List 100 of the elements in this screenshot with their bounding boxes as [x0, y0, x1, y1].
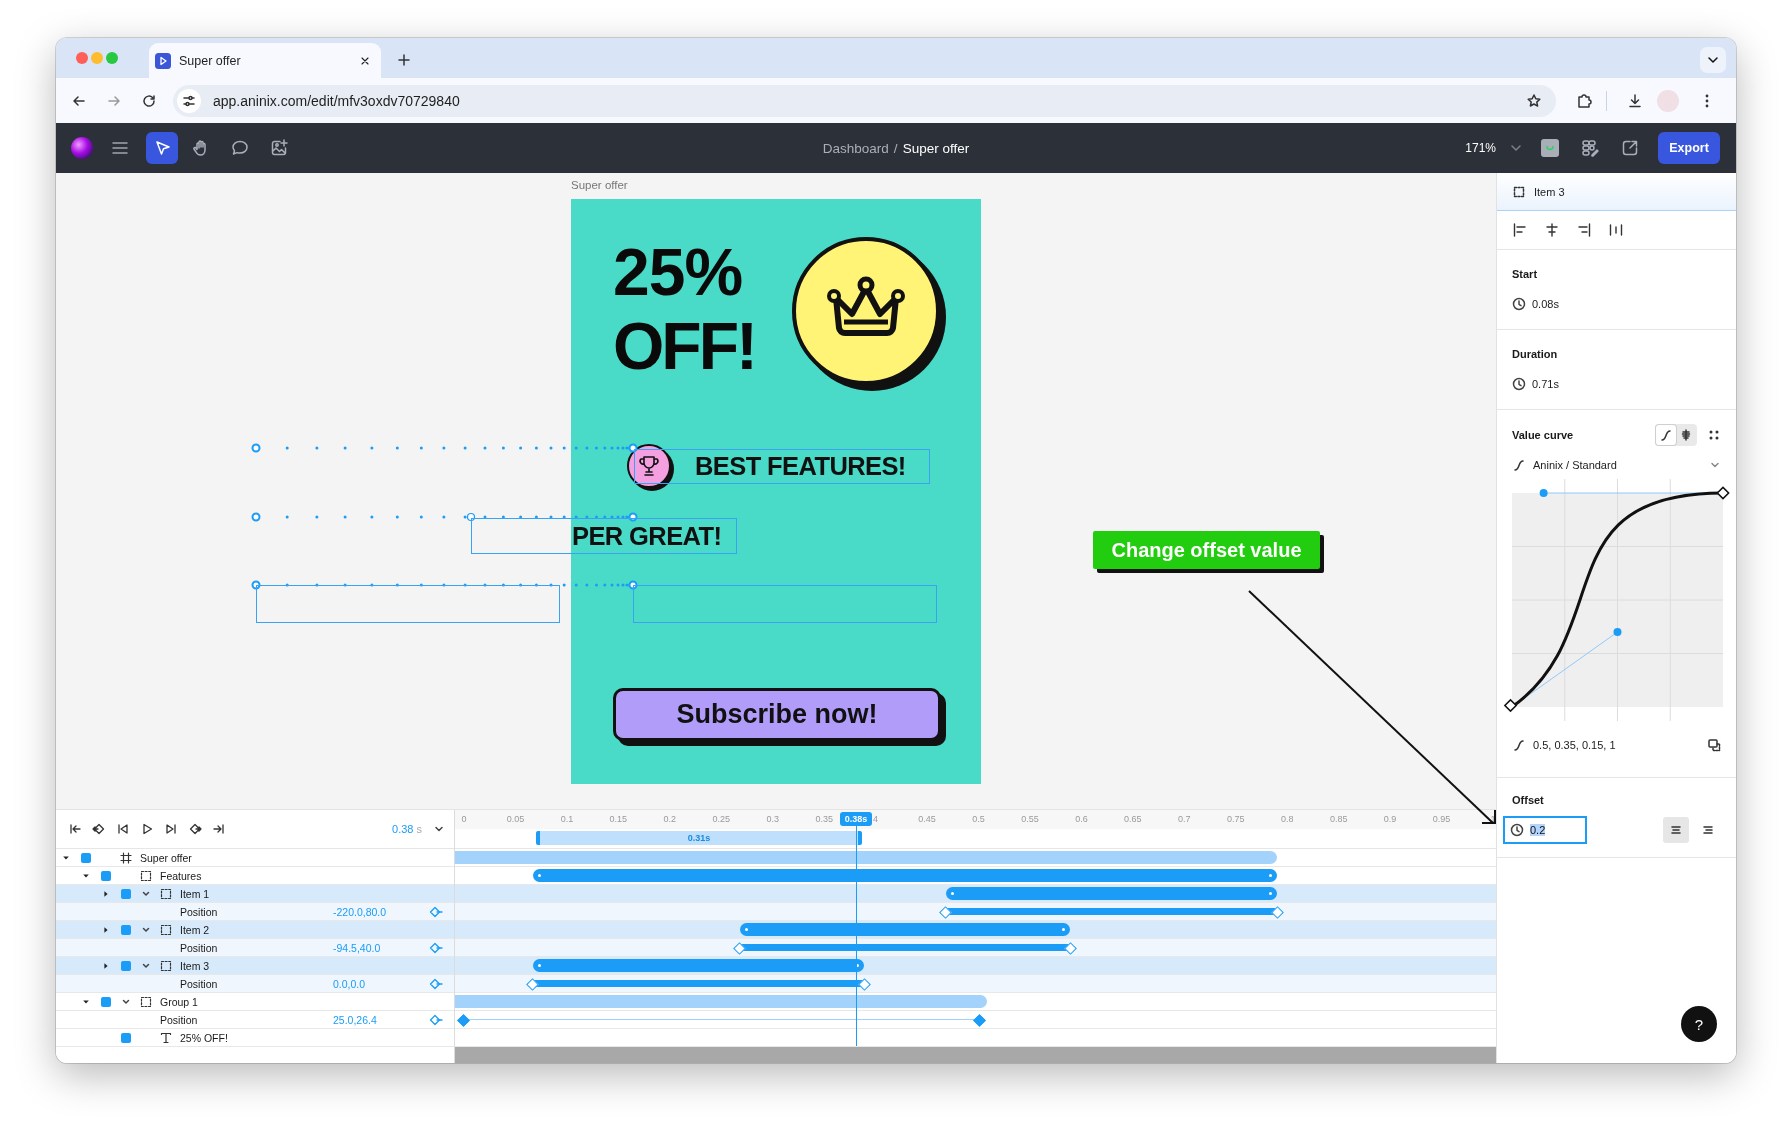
keyframe-track[interactable]	[733, 942, 1077, 953]
layer-swatch[interactable]	[121, 960, 131, 971]
download-icon[interactable]	[1627, 92, 1643, 109]
caret-icon[interactable]	[60, 853, 72, 862]
feature-text: PER GREAT!	[572, 521, 722, 551]
comment-icon	[230, 138, 250, 158]
keyframe-icon[interactable]	[429, 904, 443, 919]
next-keyframe-icon[interactable]	[188, 822, 202, 836]
tool-button[interactable]	[146, 132, 178, 164]
step-forward-icon[interactable]	[164, 822, 178, 836]
export-button[interactable]: Export	[1658, 132, 1720, 164]
step-back-icon[interactable]	[116, 822, 130, 836]
ruler-label: 0.85	[1329, 814, 1348, 824]
layer-swatch[interactable]	[101, 870, 111, 881]
share-icon[interactable]	[1620, 138, 1640, 158]
layer-swatch[interactable]	[121, 888, 131, 899]
feature-text: BEST FEATURES!	[695, 451, 906, 481]
previous-keyframe-icon[interactable]	[92, 822, 106, 836]
distribute-icon[interactable]	[1608, 222, 1624, 238]
layer-swatch[interactable]	[81, 852, 91, 863]
layer-swatch[interactable]	[101, 996, 111, 1007]
ruler-label: 0.3	[766, 814, 779, 824]
align-center-icon[interactable]	[1544, 222, 1560, 238]
plus-icon[interactable]	[396, 52, 412, 68]
align-right-icon[interactable]	[1576, 222, 1592, 238]
mode-button[interactable]	[1656, 425, 1676, 445]
caret-icon[interactable]	[80, 871, 92, 880]
ruler-label: 0.8	[1280, 814, 1294, 824]
scrollbar[interactable]	[455, 1047, 1496, 1063]
bezier-values[interactable]: 0.5, 0.35, 0.15, 1	[1533, 739, 1616, 751]
layer-row[interactable]: Item 1	[56, 885, 454, 903]
align-lines-icon	[1669, 823, 1683, 837]
layer-row[interactable]: Group 1	[56, 993, 454, 1011]
browser-tab[interactable]: Super offer	[149, 43, 381, 78]
layer-swatch[interactable]	[121, 924, 131, 935]
spring-icon	[1679, 428, 1693, 442]
group-icon	[1512, 184, 1526, 199]
status-icon[interactable]	[1540, 138, 1560, 158]
group-icon	[139, 994, 153, 1009]
puzzle-icon[interactable]	[1576, 92, 1592, 109]
address-field[interactable]: app.aninix.com/edit/mfv3oxdv70729840	[173, 84, 1556, 117]
keyframe-icon[interactable]	[429, 976, 443, 991]
ruler-label: 0.25	[712, 814, 730, 824]
property-name: Position	[180, 977, 219, 990]
layer-name: Item 3	[180, 959, 210, 972]
layer-row[interactable]: Item 2	[56, 921, 454, 939]
dots-grid-icon[interactable]	[1707, 428, 1721, 442]
start-time[interactable]: 0.08s	[1532, 298, 1559, 310]
selection-frame[interactable]	[471, 518, 737, 554]
image-add-icon	[269, 138, 289, 158]
zoom-level[interactable]: 171%	[1465, 141, 1496, 155]
layer-name: Super offer	[140, 851, 192, 864]
ruler-label: 0.05	[506, 814, 525, 824]
caret-icon[interactable]	[80, 997, 92, 1006]
keyframe-track[interactable]	[526, 978, 871, 989]
section-label: Duration	[1512, 348, 1559, 360]
site-settings-button[interactable]	[177, 88, 201, 113]
ruler-label: 0.75	[1227, 814, 1245, 824]
play-icon	[155, 52, 171, 69]
frame-icon	[119, 850, 133, 865]
skip-end-icon[interactable]	[212, 822, 226, 836]
curve-mode-toggle[interactable]	[1655, 424, 1697, 446]
selection-frame[interactable]: BEST FEATURES!	[634, 449, 930, 484]
headline-text: 25%	[613, 235, 743, 309]
time-unit: s	[416, 823, 422, 835]
ruler-label: 0	[461, 814, 467, 824]
section-label: Start	[1512, 268, 1539, 280]
logo-icon[interactable]	[71, 137, 93, 159]
component-icon[interactable]	[1580, 138, 1600, 158]
align-left-icon[interactable]	[1512, 222, 1528, 238]
reload-icon[interactable]	[141, 92, 157, 109]
keyframe-icon[interactable]	[429, 940, 443, 955]
selected-layer-name: Item 3	[1534, 185, 1565, 198]
preset-dropdown[interactable]: Aninix / Standard	[1512, 456, 1721, 474]
keyframe-track[interactable]	[939, 906, 1283, 917]
star-icon[interactable]	[1526, 92, 1542, 109]
layer-row[interactable]: 25% OFF!	[56, 1029, 454, 1047]
offset-field[interactable]: 0.2	[1503, 816, 1587, 844]
lines-icon	[1701, 823, 1715, 837]
offset-mode-button[interactable]	[1663, 817, 1689, 843]
text-icon	[159, 1030, 173, 1045]
breadcrumb-link[interactable]: Dashboard	[822, 140, 889, 156]
motion-path[interactable]	[251, 443, 638, 453]
copy-icon[interactable]	[1707, 738, 1721, 752]
breadcrumb-current: Super offer	[902, 140, 970, 156]
property-name: Position	[160, 1013, 199, 1026]
play-icon[interactable]	[140, 822, 154, 836]
layer-row[interactable]: Item 3	[56, 957, 454, 975]
layer-row[interactable]: Super offer	[56, 849, 454, 867]
help-button[interactable]: ?	[1681, 1006, 1717, 1042]
ruler-label: 0.95	[1432, 814, 1451, 824]
duration-time[interactable]: 0.71s	[1532, 378, 1559, 390]
layer-name: 25% OFF!	[180, 1031, 228, 1044]
motion-path[interactable]	[251, 580, 638, 590]
layer-swatch[interactable]	[121, 1032, 131, 1043]
layer-name: Item 2	[180, 923, 210, 936]
skip-start-icon[interactable]	[68, 822, 82, 836]
keyframe-track[interactable]	[458, 1014, 985, 1025]
keyframe-icon[interactable]	[429, 1012, 443, 1027]
tab-list-button[interactable]	[1700, 47, 1726, 73]
